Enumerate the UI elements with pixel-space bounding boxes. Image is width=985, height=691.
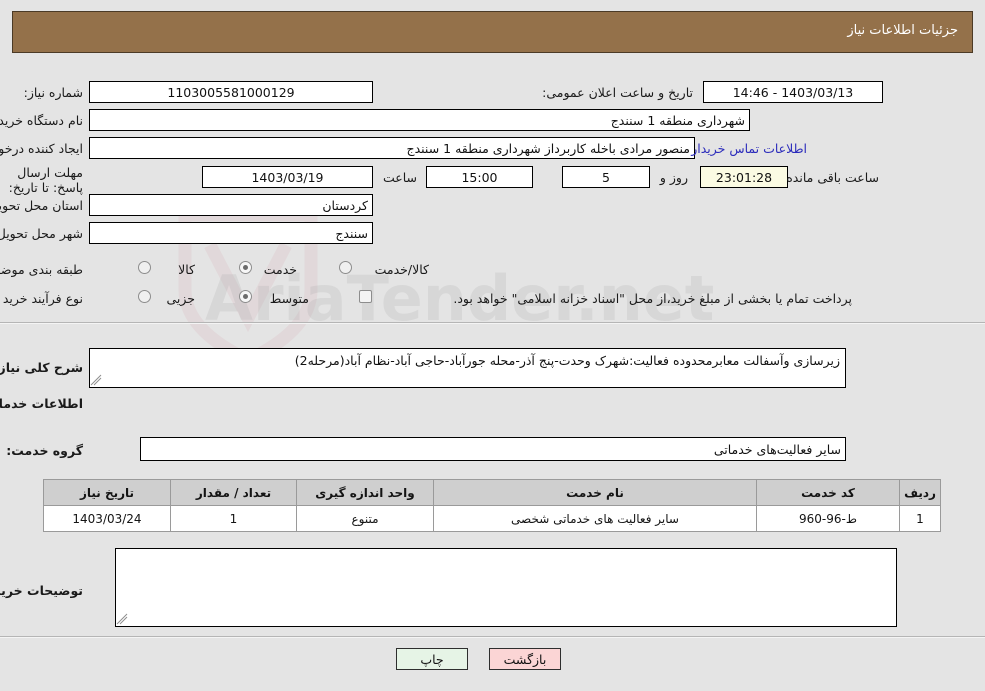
radio-category-kala-label: کالا — [178, 262, 195, 277]
remaining-days-field[interactable] — [562, 166, 650, 188]
category-label: طبقه بندی موضوعی: — [0, 262, 83, 277]
services-section-title: اطلاعات خدمات مورد نیاز — [0, 396, 83, 411]
col-row: ردیف — [899, 479, 941, 506]
remaining-label: ساعت باقی مانده — [786, 170, 879, 185]
cell-qty: 1 — [170, 505, 297, 532]
creator-field[interactable] — [89, 137, 695, 159]
cell-code: ط-96-960 — [756, 505, 900, 532]
need-number-label: شماره نیاز: — [23, 85, 83, 100]
buyer-contact-link[interactable]: اطلاعات تماس خریدار — [691, 141, 807, 156]
col-unit: واحد اندازه گیری — [296, 479, 434, 506]
public-announce-field[interactable] — [703, 81, 883, 103]
table-header-row: ردیف کد خدمت نام خدمت واحد اندازه گیری ت… — [43, 479, 941, 506]
cell-unit: متنوع — [296, 505, 434, 532]
page-title: جزئیات اطلاعات نیاز — [847, 23, 958, 38]
countdown-field[interactable] — [700, 166, 788, 188]
radio-category-kala-khedmat-label: کالا/خدمت — [374, 262, 429, 277]
table-row[interactable]: 1 ط-96-960 سایر فعالیت های خدماتی شخصی م… — [43, 505, 941, 532]
page-header: جزئیات اطلاعات نیاز — [12, 11, 973, 53]
province-label: استان محل تحویل: — [0, 198, 83, 213]
checkbox-treasury-payment[interactable] — [359, 290, 372, 303]
radio-category-kala-khedmat[interactable] — [339, 261, 352, 274]
col-date: تاریخ نیاز — [43, 479, 171, 506]
col-qty: تعداد / مقدار — [170, 479, 297, 506]
need-details-page: AriaTender.net جزئیات اطلاعات نیاز شماره… — [0, 0, 985, 691]
buyer-notes-textarea[interactable] — [115, 548, 897, 627]
deadline-time-field[interactable] — [426, 166, 533, 188]
divider-top — [0, 322, 985, 324]
deadline-date-field[interactable] — [202, 166, 373, 188]
radio-process-motevaset-label: متوسط — [269, 291, 309, 306]
service-group-label: گروه خدمت: — [6, 443, 83, 458]
back-button[interactable]: بازگشت — [489, 648, 561, 670]
buyer-org-label: نام دستگاه خریدار: — [0, 113, 83, 128]
radio-process-jozee-label: جزیی — [166, 291, 195, 306]
treasury-payment-note: پرداخت تمام یا بخشی از مبلغ خرید،از محل … — [453, 291, 852, 306]
radio-category-kala[interactable] — [138, 261, 151, 274]
process-label: نوع فرآیند خرید : — [0, 291, 83, 306]
col-name: نام خدمت — [433, 479, 757, 506]
summary-label: شرح کلی نیاز: — [0, 360, 83, 375]
cell-date: 1403/03/24 — [43, 505, 171, 532]
province-field[interactable] — [89, 194, 373, 216]
cell-name: سایر فعالیت های خدماتی شخصی — [433, 505, 757, 532]
buyer-org-field[interactable] — [89, 109, 750, 131]
radio-process-jozee[interactable] — [138, 290, 151, 303]
city-field[interactable] — [89, 222, 373, 244]
divider-bottom — [0, 636, 985, 638]
hour-label: ساعت — [382, 170, 417, 185]
radio-process-motevaset[interactable] — [239, 290, 252, 303]
cell-row: 1 — [899, 505, 941, 532]
city-label: شهر محل تحویل: — [0, 226, 83, 241]
deadline-label: مهلت ارسال پاسخ: تا تاریخ: — [8, 165, 83, 195]
radio-category-khedmat[interactable] — [239, 261, 252, 274]
service-group-field[interactable] — [140, 437, 846, 461]
summary-textarea[interactable] — [89, 348, 846, 388]
col-code: کد خدمت — [756, 479, 900, 506]
print-button[interactable]: چاپ — [396, 648, 468, 670]
need-number-field[interactable] — [89, 81, 373, 103]
services-table: ردیف کد خدمت نام خدمت واحد اندازه گیری ت… — [43, 479, 941, 532]
buyer-notes-label: توضیحات خریدار; — [0, 583, 83, 598]
creator-label: ایجاد کننده درخواست: — [0, 141, 83, 156]
public-announce-label: تاریخ و ساعت اعلان عمومی: — [542, 85, 693, 100]
radio-category-khedmat-label: خدمت — [263, 262, 297, 277]
days-label: روز و — [659, 170, 688, 185]
